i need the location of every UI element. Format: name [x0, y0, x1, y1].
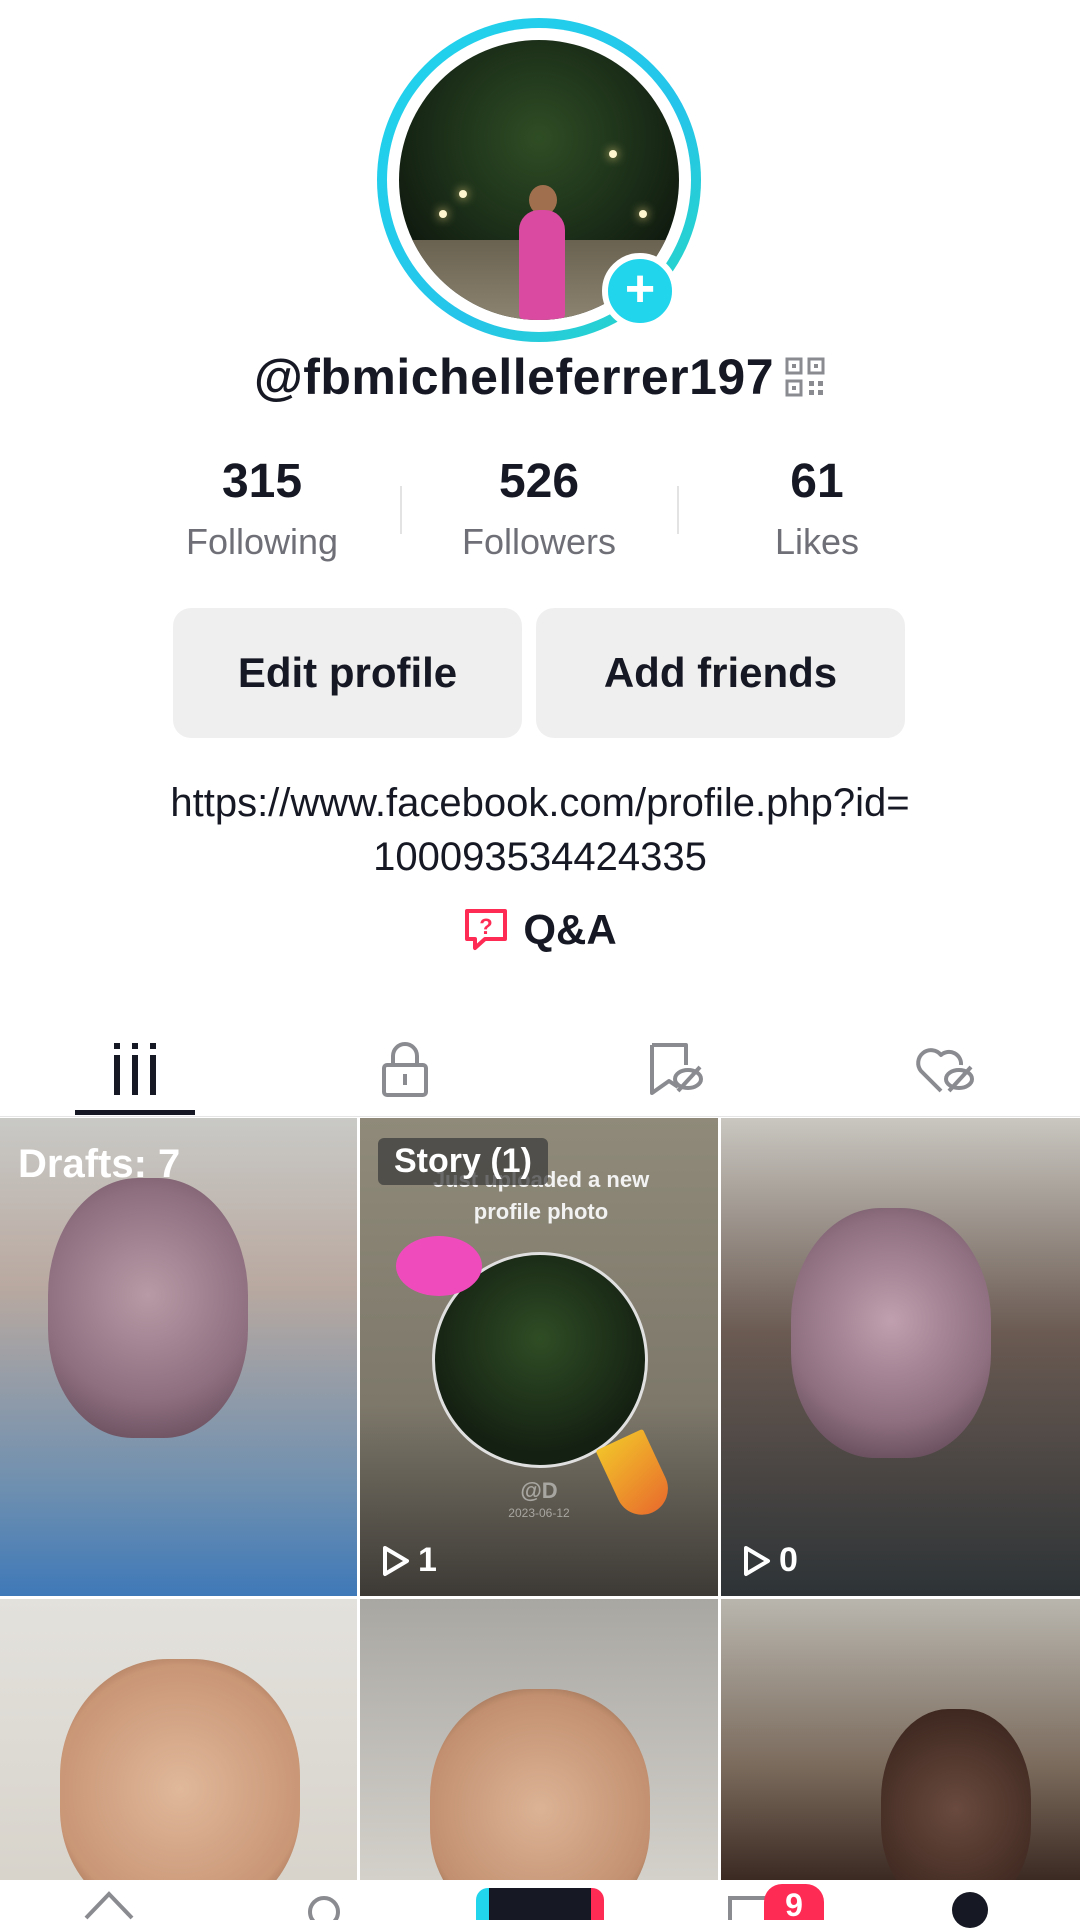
bio-line: https://www.facebook.com/profile.php?id= [170, 781, 910, 825]
question-answer-icon: ? [465, 908, 508, 950]
story-label: Story (1) [378, 1138, 548, 1185]
home-icon[interactable] [82, 1888, 136, 1920]
tile-face [60, 1659, 300, 1880]
videos-grid-icon [114, 1043, 156, 1095]
play-icon [744, 1545, 770, 1576]
tile-face [48, 1178, 248, 1438]
photo-light [639, 210, 647, 218]
story-handle: @D [520, 1478, 558, 1503]
add-avatar-button[interactable]: + [602, 253, 678, 329]
story-tile[interactable]: Just uploaded a new profile photo @D 202… [360, 1118, 718, 1596]
tab-bar-border [0, 1116, 1080, 1117]
tab-videos[interactable] [0, 1022, 270, 1116]
stat-value: 315 [221, 455, 303, 508]
video-tile[interactable]: 0 [721, 1118, 1080, 1596]
tile-face [881, 1709, 1031, 1880]
video-tile[interactable] [360, 1599, 718, 1880]
favorites-hidden-icon [650, 1043, 703, 1095]
play-icon [383, 1545, 409, 1576]
views-value: 1 [418, 1541, 437, 1579]
bottom-nav [0, 1880, 1080, 1928]
liked-hidden-icon [916, 1048, 974, 1093]
qr-code-icon[interactable] [784, 356, 826, 398]
username-row: @fbmichelleferrer197 [0, 348, 1080, 406]
photo-light [459, 190, 467, 198]
bio-line: 100093534424335 [373, 835, 707, 879]
tile-face [430, 1689, 650, 1880]
stat-value: 61 [790, 455, 844, 508]
qa-label: Q&A [523, 906, 617, 953]
drafts-tile[interactable]: Drafts: 7 [0, 1118, 357, 1596]
photo-light [609, 150, 617, 158]
video-tile[interactable] [0, 1599, 357, 1880]
photo-light [439, 210, 447, 218]
stat-followers[interactable]: 526 Followers [419, 452, 659, 564]
drafts-label: Drafts: 7 [18, 1142, 181, 1186]
friends-icon[interactable] [302, 1890, 346, 1920]
photo-person [519, 210, 565, 320]
tab-liked[interactable] [810, 1022, 1080, 1116]
tile-face [791, 1208, 991, 1458]
edit-profile-button[interactable]: Edit profile [173, 608, 522, 738]
tab-private[interactable] [270, 1022, 540, 1116]
stat-label: Followers [461, 521, 617, 562]
qa-link[interactable]: ? Q&A [0, 906, 1080, 955]
tab-favorites[interactable] [540, 1022, 810, 1116]
bio-link[interactable]: https://www.facebook.com/profile.php?id=… [0, 776, 1080, 884]
stat-label: Likes [774, 521, 860, 562]
stat-divider [677, 486, 679, 534]
create-button[interactable] [476, 1888, 604, 1920]
lock-icon [382, 1042, 428, 1097]
stat-label: Following [185, 521, 339, 562]
active-tab-indicator [75, 1110, 195, 1115]
stat-likes[interactable]: 61 Likes [697, 452, 937, 564]
inbox-badge: 9 [764, 1884, 824, 1923]
views-count: 0 [743, 1541, 798, 1580]
stat-value: 526 [498, 455, 580, 508]
stat-divider [400, 486, 402, 534]
views-count: 1 [382, 1541, 437, 1580]
sticker-frog-icon [396, 1236, 482, 1296]
views-value: 0 [779, 1541, 798, 1579]
add-friends-button[interactable]: Add friends [536, 608, 905, 738]
stat-following[interactable]: 315 Following [142, 452, 382, 564]
story-date: 2023-06-12 [508, 1506, 570, 1520]
video-tile[interactable] [721, 1599, 1080, 1880]
username: @fbmichelleferrer197 [253, 349, 775, 405]
svg-text:?: ? [480, 914, 493, 939]
profile-nav-icon[interactable] [952, 1892, 988, 1928]
